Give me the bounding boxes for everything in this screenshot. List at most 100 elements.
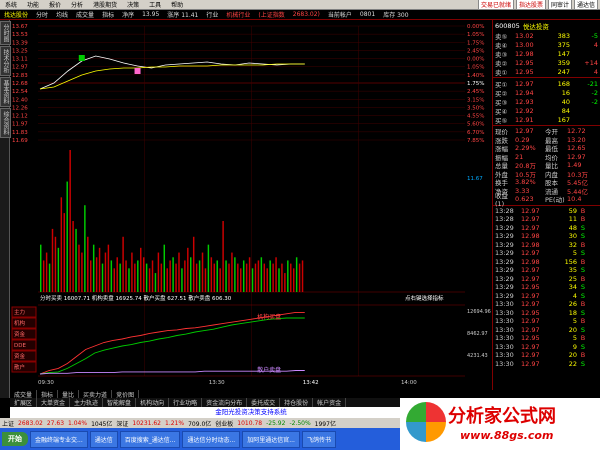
toolbar-item[interactable]: 涨序 11.41 [163, 10, 202, 19]
order-price: 12.97 [515, 79, 534, 88]
tick-time: 13:30 [495, 351, 514, 360]
side-indicator-label: 机构 [14, 319, 26, 327]
menu-item[interactable]: 系统 [0, 0, 22, 9]
sell-marker [134, 68, 141, 74]
extension-tab[interactable]: 行业功略 [169, 398, 203, 407]
toolbar-item[interactable]: 机械行业 [222, 10, 254, 19]
toolbar-item[interactable]: 指标 [98, 10, 118, 19]
tick-row[interactable]: 13:30 12.97 26 B [493, 300, 600, 309]
tick-price: 12.97 [521, 274, 540, 283]
tick-row[interactable]: 13:29 12.97 25 B [493, 275, 600, 284]
toolbar-item[interactable]: (上证指数 [254, 10, 288, 19]
toolbar-item[interactable]: 均线 [52, 10, 72, 19]
taskbar-item[interactable]: 金融终端专业交... [30, 430, 88, 448]
tick-row[interactable]: 13:29 12.97 4 S [493, 292, 600, 301]
menu-item[interactable]: 决策 [122, 0, 144, 9]
tick-list[interactable]: 13:28 12.97 59 B 13:28 12.97 11 B 13:29 12.97 48 S 1… [493, 207, 600, 369]
toolbar-item[interactable]: 分时 [32, 10, 52, 19]
extension-tab[interactable]: 帐户资金 [313, 398, 347, 407]
tick-row[interactable]: 13:29 12.98 156 B [493, 258, 600, 267]
pct-tick: 1.05% [467, 32, 484, 38]
extension-tab[interactable]: 机构动向 [136, 398, 170, 407]
menu-item[interactable]: 帮助 [166, 0, 188, 9]
stat-value: 12.65 [567, 144, 586, 153]
volume-bar [84, 205, 86, 292]
taskbar-item[interactable]: 通达信 [89, 430, 118, 448]
menu-item[interactable]: 工具 [144, 0, 166, 9]
window-button[interactable]: 通达信 [573, 0, 598, 10]
extension-tab[interactable]: 智能解盘 [103, 398, 137, 407]
tick-time: 13:29 [495, 240, 514, 249]
price-tick: 12.83 [12, 73, 28, 79]
time-label: 09:30 [38, 380, 54, 386]
toolbar-item[interactable]: 行业 [202, 10, 222, 19]
status-item: 上证 [2, 420, 15, 428]
indicator-tab[interactable]: 竞价图 [112, 390, 140, 399]
toolbar-item[interactable]: 净序 [118, 10, 138, 19]
tick-side: S [580, 223, 586, 232]
extension-tab[interactable]: 委托成交 [247, 398, 281, 407]
toolbar-item[interactable]: 成交量 [72, 10, 98, 19]
toolbar-item[interactable]: 找达股份 [0, 10, 32, 19]
tick-row[interactable]: 13:30 12.97 5 B [493, 317, 600, 326]
tick-row[interactable]: 13:30 12.97 20 B [493, 351, 600, 360]
tick-row[interactable]: 13:30 12.97 9 S [493, 343, 600, 352]
intraday-chart[interactable]: 13.67 0.00% 13.53 1.05% 13.39 1.75% 13.25 2.45%… [10, 20, 492, 398]
menu-item[interactable]: 功能 [22, 0, 44, 9]
volume-bar [254, 263, 257, 292]
tick-row[interactable]: 13:30 12.95 5 B [493, 334, 600, 343]
tick-row[interactable]: 13:29 12.98 32 B [493, 241, 600, 250]
volume-bar [263, 263, 266, 292]
chart-area[interactable]: 13.67 0.00% 13.53 1.05% 13.39 1.75% 13.25 2.45%… [10, 20, 492, 398]
price-tick: 11.69 [12, 138, 28, 144]
average-line [39, 63, 305, 90]
tick-row[interactable]: 13:29 12.97 48 S [493, 224, 600, 233]
price-tick: 12.40 [12, 97, 28, 103]
toolbar-item[interactable]: 13.95 [138, 11, 163, 18]
toolbar-item[interactable]: 2683.02) [289, 11, 324, 18]
indicator-tab[interactable]: 指标 [37, 390, 59, 399]
taskbar-item[interactable]: 百度搜索_通达信... [119, 430, 181, 448]
extension-tab[interactable]: 资金流向分布 [202, 398, 248, 407]
volume-bar [148, 268, 151, 292]
toolbar-item[interactable]: 当前帐户 [324, 10, 356, 19]
extension-tab[interactable]: 主力轨迹 [70, 398, 104, 407]
volume-bar [163, 244, 166, 292]
tick-price: 12.97 [521, 342, 540, 351]
start-button[interactable]: 开始 [2, 432, 28, 446]
tick-row[interactable]: 13:30 12.97 20 S [493, 326, 600, 335]
tick-row[interactable]: 13:29 12.97 5 S [493, 249, 600, 258]
toolbar-item[interactable]: 0801 [356, 11, 379, 18]
menu-item[interactable]: 分析 [66, 0, 88, 9]
tick-row[interactable]: 13:28 12.97 59 B [493, 207, 600, 216]
extension-tab[interactable]: 扩展区 [10, 398, 38, 407]
tick-time: 13:29 [495, 257, 514, 266]
tick-row[interactable]: 13:29 12.97 35 S [493, 266, 600, 275]
tick-row[interactable]: 13:30 12.95 18 S [493, 309, 600, 318]
taskbar-item[interactable]: 飞鸽传书 [301, 430, 336, 448]
menu-item[interactable]: 港股期货 [88, 0, 122, 9]
indicator-tab[interactable]: 买卖力道 [79, 390, 113, 399]
tick-row[interactable]: 13:29 12.95 34 S [493, 283, 600, 292]
extension-tab[interactable]: 大单资金 [37, 398, 71, 407]
window-button[interactable]: 同审计 [547, 0, 572, 10]
tick-volume: 5 [572, 317, 577, 326]
tick-row[interactable]: 13:29 12.98 30 S [493, 232, 600, 241]
stat-value: 0.29 [515, 135, 530, 144]
menu-right-item[interactable]: 指达股票 [515, 0, 546, 10]
status-item: 10231.62 [132, 419, 162, 427]
taskbar-item[interactable]: 通达信分时动态... [182, 430, 241, 448]
indicator-tab[interactable]: 成交量 [10, 390, 38, 399]
menu-right-item[interactable]: 交易已就绪 [477, 0, 514, 10]
tick-row[interactable]: 13:30 12.97 22 S [493, 360, 600, 369]
taskbar-item[interactable]: 加阿里通达信官... [242, 430, 300, 448]
indicator-tab[interactable]: 量比 [58, 390, 80, 399]
toolbar-item[interactable]: 库存 300 [379, 10, 412, 19]
volume-bar [92, 244, 95, 292]
tick-row[interactable]: 13:28 12.97 11 B [493, 215, 600, 224]
order-volume: 84 [561, 106, 570, 115]
extension-tab[interactable]: 持仓股份 [280, 398, 314, 407]
order-row[interactable]: 卖① 12.95 247 4 [493, 67, 600, 77]
order-row[interactable]: 买⑤ 12.91 167 [493, 115, 600, 125]
menu-item[interactable]: 报价 [44, 0, 66, 9]
